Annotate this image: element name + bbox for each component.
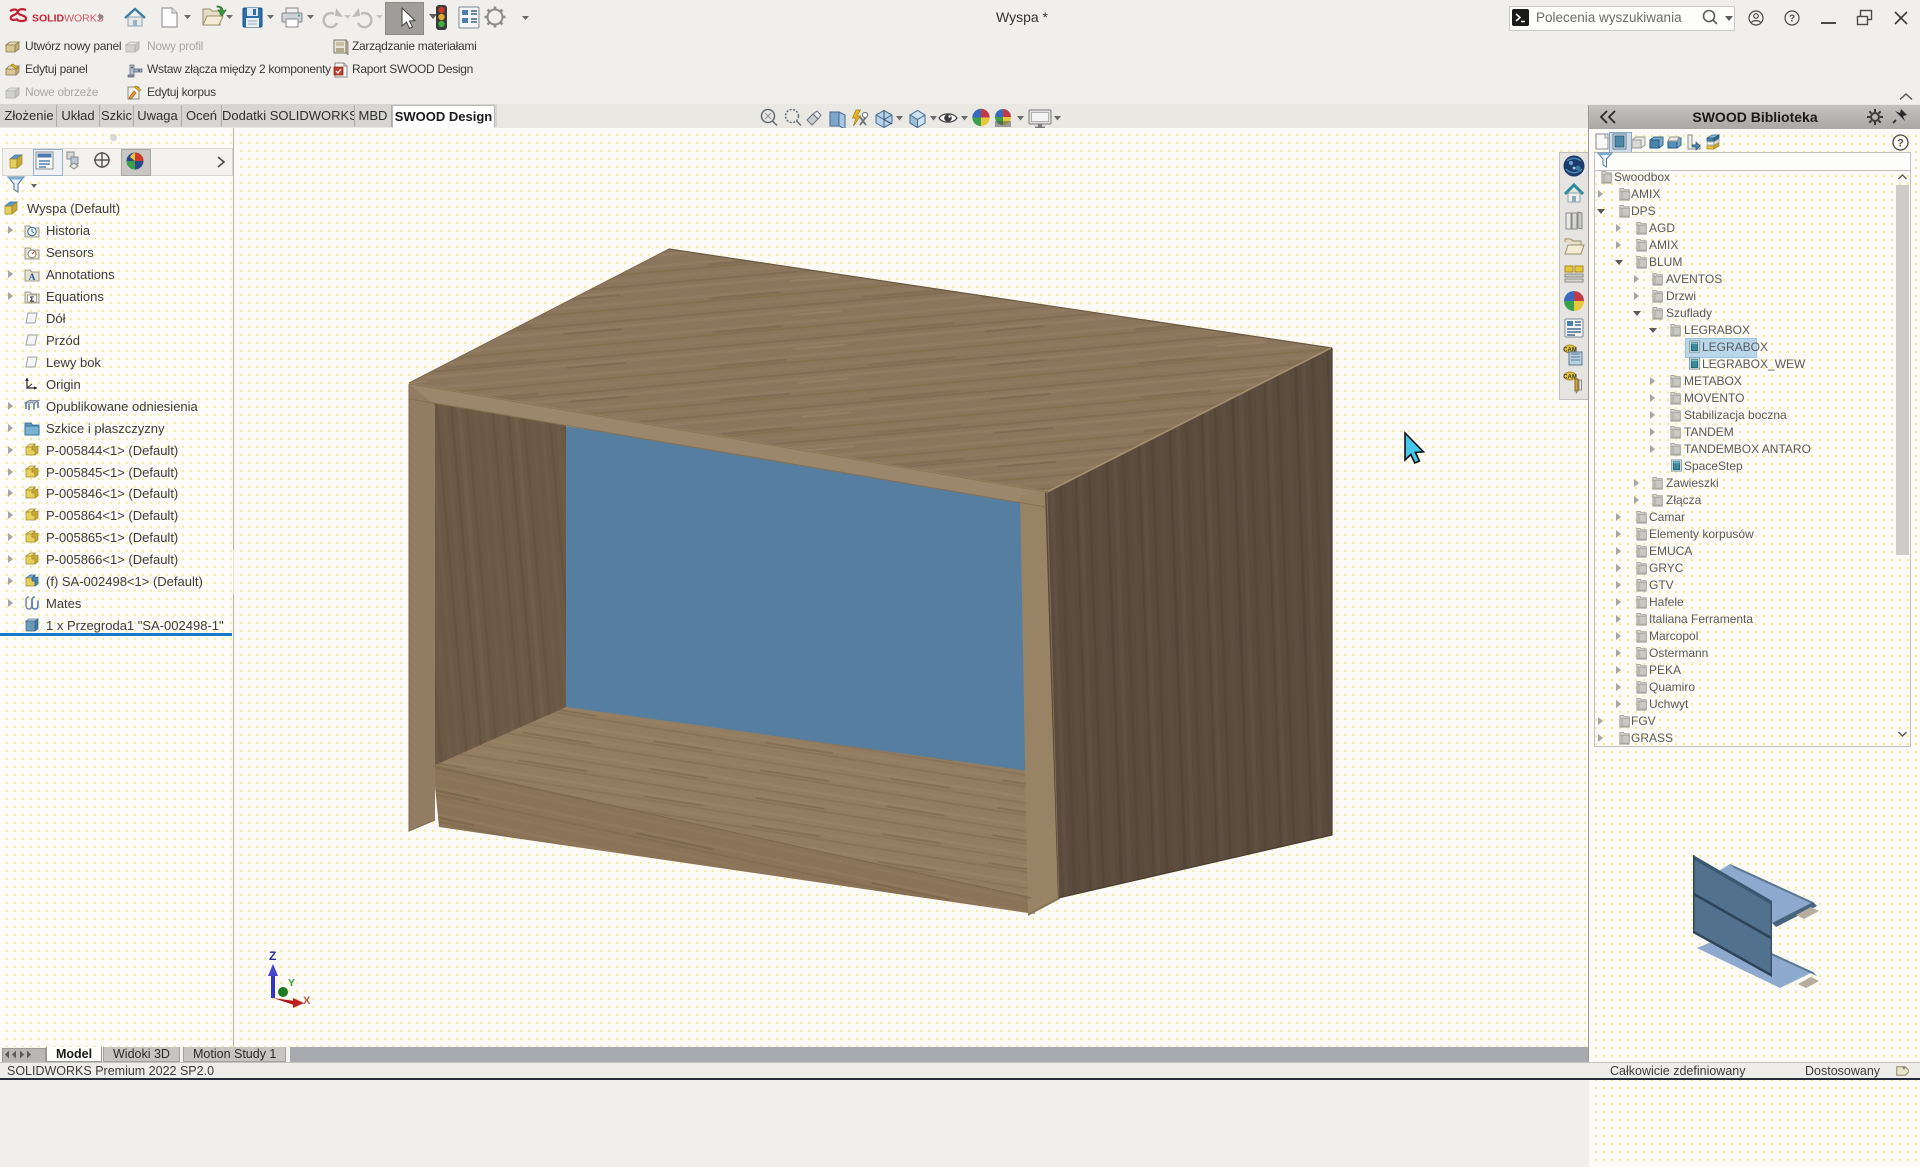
- svg-text:●: ●: [1572, 165, 1576, 172]
- svg-text:X: X: [303, 995, 311, 1007]
- svg-text:Z: Z: [269, 949, 276, 963]
- svg-text:SOLIDWORKS: SOLIDWORKS: [32, 13, 104, 25]
- svg-text:?: ?: [1897, 138, 1904, 150]
- svg-text:Y: Y: [288, 977, 295, 989]
- svg-text:?: ?: [1789, 14, 1795, 25]
